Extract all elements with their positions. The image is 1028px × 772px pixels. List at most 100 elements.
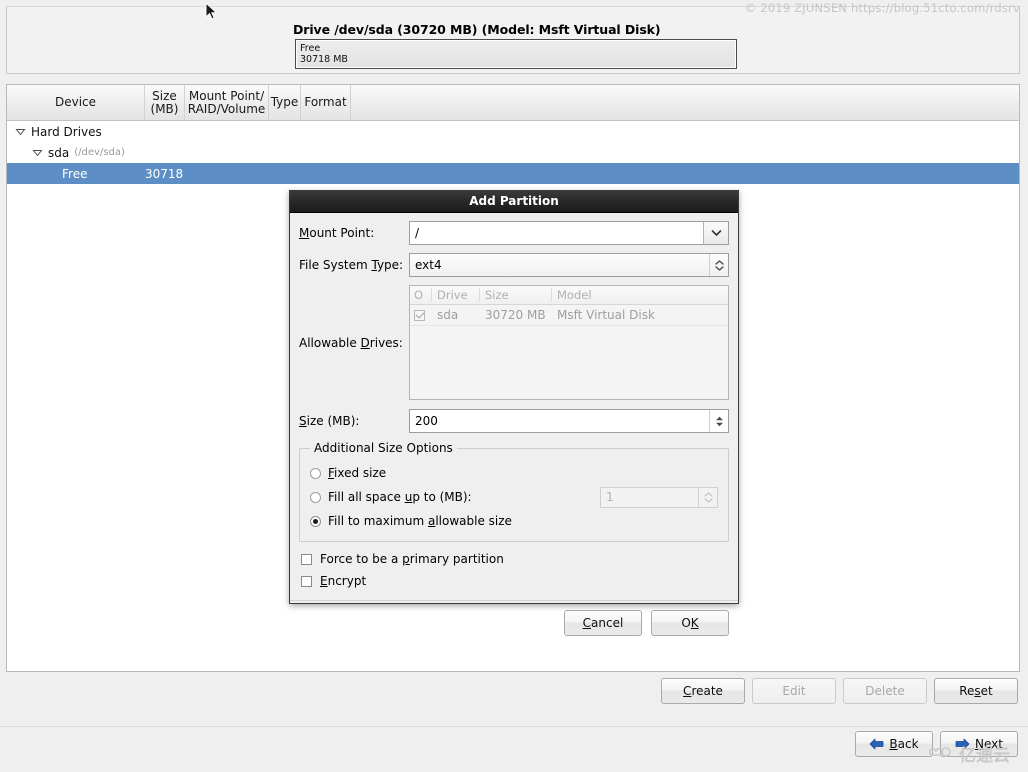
radio-fill-maximum-label-rest: llowable size xyxy=(435,514,512,528)
size-label: Size (MB): xyxy=(299,414,409,428)
checkbox-icon[interactable] xyxy=(301,553,312,565)
radio-icon[interactable] xyxy=(310,467,321,479)
checkbox-icon[interactable] xyxy=(414,309,425,321)
size-spinbox[interactable]: 200 xyxy=(409,409,729,433)
arrow-left-icon xyxy=(869,738,884,750)
back-button[interactable]: Back xyxy=(855,730,933,757)
encrypt-mnemonic: E xyxy=(320,574,328,588)
size-value[interactable]: 200 xyxy=(410,410,709,432)
add-partition-dialog: Add Partition Mount Point: / File System… xyxy=(289,190,739,636)
dialog-cancel-label-rest: ancel xyxy=(591,616,624,630)
allowable-drives-label-rest: rives: xyxy=(369,335,403,350)
drives-item-size: 30720 MB xyxy=(485,308,546,322)
mount-point-label-rest: ount Point: xyxy=(309,226,375,240)
row-label: Hard Drives xyxy=(31,124,102,139)
drives-item-model: Msft Virtual Disk xyxy=(557,308,655,322)
radio-fill-up-to-label-rest: p to (MB): xyxy=(412,490,472,504)
chevron-down-icon[interactable] xyxy=(703,222,728,244)
force-primary-label-rest: rimary partition xyxy=(409,552,504,566)
radio-fixed-size-row[interactable]: Fixed size xyxy=(310,461,718,485)
dialog-cancel-mnemonic: C xyxy=(582,616,592,630)
drives-list-item[interactable]: sda 30720 MB Msft Virtual Disk xyxy=(410,305,728,326)
mount-point-label: Mount Point: xyxy=(299,226,409,240)
dialog-ok-mnemonic: K xyxy=(690,616,699,630)
drives-item-name: sda xyxy=(437,308,459,322)
filesystem-type-label-pre: File System xyxy=(299,258,372,272)
drive-usage-bar[interactable]: Free 30718 MB xyxy=(295,39,737,69)
dialog-action-bar: Cancel OK xyxy=(299,601,729,636)
table-row[interactable]: Hard Drives xyxy=(7,121,1019,142)
column-header-size[interactable]: Size (MB) xyxy=(145,85,185,120)
edit-button-label: Edit xyxy=(782,684,806,698)
create-button[interactable]: Create xyxy=(661,678,745,704)
watermark-bottom: 亿速云 xyxy=(928,741,1010,766)
mouse-cursor xyxy=(205,1,219,22)
cloud-logo-icon xyxy=(928,744,955,764)
reset-button-mnemonic: s xyxy=(974,684,981,698)
radio-fill-maximum-row[interactable]: Fill to maximum allowable size xyxy=(310,509,718,533)
force-primary-row[interactable]: Force to be a primary partition xyxy=(301,548,729,570)
dialog-ok-button[interactable]: OK xyxy=(651,610,729,636)
back-button-mnemonic: B xyxy=(889,736,898,751)
allowable-drives-label-pre: Allowable xyxy=(299,335,361,350)
chevron-down-icon[interactable] xyxy=(15,126,26,137)
filesystem-type-label-rest: ype: xyxy=(376,258,404,272)
drives-header-row: O Drive Size Model xyxy=(410,286,728,305)
row-device-path: (/dev/sda) xyxy=(74,147,125,158)
radio-fill-maximum-label-pre: Fill to maximum xyxy=(328,514,428,528)
allowable-drives-row: Allowable Drives: O Drive Size Model sda… xyxy=(299,285,729,400)
filesystem-type-row: File System Type: ext4 xyxy=(299,253,729,277)
column-header-format[interactable]: Format xyxy=(301,85,351,120)
reset-button[interactable]: Reset xyxy=(934,678,1018,704)
edit-button: Edit xyxy=(752,678,836,704)
chevron-updown-icon[interactable] xyxy=(709,254,728,276)
spinner-up-down-icon[interactable] xyxy=(709,410,728,432)
filesystem-type-value: ext4 xyxy=(415,258,442,272)
watermark-top: © 2019 ZJUNSEN https://blog.51cto.com/rd… xyxy=(744,1,1020,15)
radio-fill-maximum-label: Fill to maximum allowable size xyxy=(328,514,512,528)
radio-fill-up-to-label-pre: Fill all space xyxy=(328,490,405,504)
encrypt-label: Encrypt xyxy=(320,574,366,588)
row-label: Free xyxy=(62,166,88,181)
table-row[interactable]: sda (/dev/sda) xyxy=(7,142,1019,163)
row-device-cell: Hard Drives xyxy=(15,125,153,139)
filesystem-type-select[interactable]: ext4 xyxy=(409,253,729,277)
size-row: Size (MB): 200 xyxy=(299,409,729,433)
checkbox-icon[interactable] xyxy=(301,575,312,587)
drives-item-checkbox-cell[interactable] xyxy=(410,309,432,321)
spinner-up-down-icon xyxy=(698,487,717,507)
filesystem-type-label: File System Type: xyxy=(299,258,409,272)
encrypt-row[interactable]: Encrypt xyxy=(301,570,729,592)
dialog-cancel-button[interactable]: Cancel xyxy=(564,610,642,636)
drive-segment-free[interactable]: Free 30718 MB xyxy=(296,40,736,68)
table-header-row: Device Size (MB) Mount Point/ RAID/Volum… xyxy=(7,85,1019,121)
radio-fixed-size-label: Fixed size xyxy=(328,466,386,480)
wizard-nav-bar: Back Next xyxy=(0,726,1028,760)
chevron-down-icon[interactable] xyxy=(32,147,43,158)
mount-point-value[interactable]: / xyxy=(410,222,703,244)
encrypt-label-rest: ncrypt xyxy=(327,574,367,588)
radio-icon[interactable] xyxy=(310,491,321,503)
column-header-size-line1: Size xyxy=(152,88,177,103)
row-label: sda xyxy=(48,145,70,160)
table-row[interactable]: Free 30718 xyxy=(7,163,1019,184)
dialog-ok-label-pre: O xyxy=(681,616,691,630)
delete-button-label: Delete xyxy=(865,684,905,698)
watermark-bottom-text: 亿速云 xyxy=(959,746,1010,766)
row-device-cell: Free xyxy=(62,167,145,181)
column-header-type[interactable]: Type xyxy=(269,85,301,120)
force-primary-label: Force to be a primary partition xyxy=(320,552,504,566)
radio-icon[interactable] xyxy=(310,515,321,527)
drives-column-drive: Drive xyxy=(432,288,480,302)
mount-point-combobox[interactable]: / xyxy=(409,221,729,245)
column-header-mount-point[interactable]: Mount Point/ RAID/Volume xyxy=(185,85,269,120)
allowable-drives-list[interactable]: O Drive Size Model sda 30720 MB Msft Vir… xyxy=(409,285,729,400)
allowable-drives-label: Allowable Drives: xyxy=(299,336,409,350)
delete-button: Delete xyxy=(843,678,927,704)
column-header-mount-line2: RAID/Volume xyxy=(187,101,266,116)
drive-graphic-panel: Drive /dev/sda (30720 MB) (Model: Msft V… xyxy=(6,6,1020,74)
column-header-device[interactable]: Device xyxy=(7,85,145,120)
size-label-rest: ize (MB): xyxy=(306,414,360,428)
force-primary-mnemonic: p xyxy=(402,552,410,566)
radio-fill-up-to-row[interactable]: Fill all space up to (MB): 1 xyxy=(310,485,718,509)
